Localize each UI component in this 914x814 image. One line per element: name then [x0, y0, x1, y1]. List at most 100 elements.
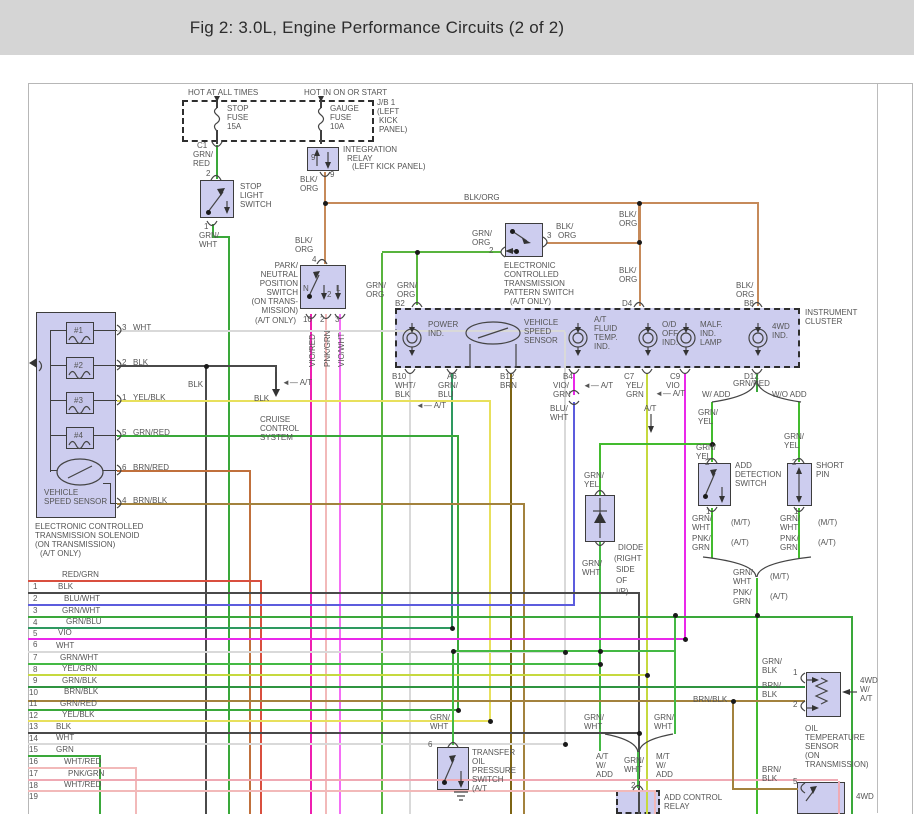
diagram-label: OF [616, 576, 627, 585]
diagram-label: WHT/RED [64, 757, 101, 766]
diagram-label: C7 [624, 372, 634, 381]
diagram-label: 18 [29, 781, 38, 790]
junction-dot [514, 249, 519, 254]
diagram-label: YEL [784, 441, 799, 450]
diagram-label: (LEFT [377, 107, 399, 116]
diagram-label: BLK/ [736, 281, 753, 290]
diagram-label: 6 [428, 740, 432, 749]
glyph [595, 491, 605, 496]
diagram-label: YEL [698, 417, 713, 426]
diagram-label: GRN/ [784, 432, 804, 441]
diagram-label: SPEED SENSOR [44, 497, 107, 506]
diagram-label: BRN/ [762, 681, 781, 690]
diagram-label: NEUTRAL [261, 270, 298, 279]
glyph [719, 496, 725, 503]
diagram-label: GRN/ [582, 559, 602, 568]
diagram-label: 4WD [856, 792, 874, 801]
diagram-label: A/T [644, 404, 656, 413]
diagram-label: BLK [254, 394, 269, 403]
diagram-label: 5 [793, 777, 797, 786]
diagram-label: N [303, 284, 309, 293]
glyph [224, 207, 230, 214]
diagram-label: 2 [792, 458, 796, 467]
diagram-label: 5 [33, 629, 37, 638]
junction-dot [563, 742, 568, 747]
diagram-label: #2 [74, 361, 83, 370]
diagram-label: W/ ADD [702, 390, 730, 399]
diagram-label: PNK/GRN [68, 769, 104, 778]
diagram-label: BLU/ [550, 404, 568, 413]
diagram-label: VIO/RED [308, 334, 317, 367]
diagram-label: BLK/ORG [464, 193, 500, 202]
diagram-label: 14 [29, 734, 38, 743]
diagram-label: (M/T) [731, 518, 750, 527]
glyph [405, 369, 415, 374]
junction-dot [450, 626, 455, 631]
glyph [810, 786, 817, 794]
diagram-label: 6 [122, 463, 126, 472]
diagram-label: ELECTRONIC CONTROLLED [35, 522, 143, 531]
diagram-label: VIO [58, 628, 72, 637]
junction-dot [598, 649, 603, 654]
diagram-label: D4 [622, 299, 632, 308]
junction-dot [637, 201, 642, 206]
diagram-label: 2 [705, 458, 709, 467]
diagram-label: CONTROL [260, 424, 299, 433]
glyph [317, 260, 327, 265]
glyph [812, 677, 819, 683]
diagram-label: (ON TRANS- [251, 297, 298, 306]
diagram-label: 6 [33, 640, 37, 649]
diagram-label: BRN/RED [133, 463, 169, 472]
diagram-label: I/P) [616, 587, 628, 596]
glyph [801, 783, 805, 793]
diagram-label: SWITCH [240, 200, 272, 209]
diagram-label: 2 [320, 315, 324, 324]
diagram-label: SWITCH [266, 288, 298, 297]
diagram-label: LAMP [700, 338, 722, 347]
diagram-label: TEMPERATURE [805, 733, 865, 742]
diagram-label: 9 [311, 153, 315, 162]
diagram-label: M/T [656, 752, 670, 761]
diagram-label: WHT [780, 523, 798, 532]
diagram-label: W/ [656, 761, 666, 770]
diagram-label: TRANSFER [472, 748, 515, 757]
junction-dot [510, 229, 515, 234]
glyph [412, 303, 422, 308]
diagram-label: ORG [558, 231, 576, 240]
diagram-label: PNK/ [780, 534, 799, 543]
diagram-label: GRN [692, 543, 710, 552]
diagram-label: 1 [204, 222, 208, 231]
diagram-label: 15A [227, 122, 241, 131]
diagram-label: GRN/ [762, 657, 782, 666]
diagram-label: GRN/RED [733, 379, 770, 388]
glyph [796, 496, 802, 503]
diagram-label: (A/T ONLY) [255, 316, 296, 325]
junction-dot [415, 250, 420, 255]
diagram-label: 4 [33, 618, 37, 627]
glyph [458, 781, 464, 788]
junction-dot [204, 364, 209, 369]
glyph [522, 238, 531, 244]
diagram-label: BLK/ [619, 210, 636, 219]
diagram-label: GRN/WHT [60, 653, 98, 662]
glyph [217, 188, 225, 196]
diagram-label: GRN/RED [60, 699, 97, 708]
diagram-label: WHT [430, 722, 448, 731]
diagram-label: 10A [330, 122, 344, 131]
diagram-label: YEL/ [626, 381, 643, 390]
diagram-label: GRN/BLK [62, 676, 97, 685]
glyph [642, 369, 652, 374]
diagram-label: TRANSMISSION [504, 279, 565, 288]
diagram-label: GRN/ [472, 229, 492, 238]
diagram-label: (A/T ONLY) [510, 297, 551, 306]
indicator-bulb-icon [403, 323, 421, 356]
glyph [594, 512, 606, 523]
diagram-label: 2 [327, 290, 331, 299]
diagram-label: WHT [56, 733, 74, 742]
diagram-label: GRN [733, 597, 751, 606]
diagram-label: VEHICLE [44, 488, 78, 497]
diagram-label: B8 [744, 299, 754, 308]
diagram-label: STOP [227, 104, 249, 113]
diagram-label: ORG [619, 219, 637, 228]
diagram-label: C9 [670, 372, 680, 381]
